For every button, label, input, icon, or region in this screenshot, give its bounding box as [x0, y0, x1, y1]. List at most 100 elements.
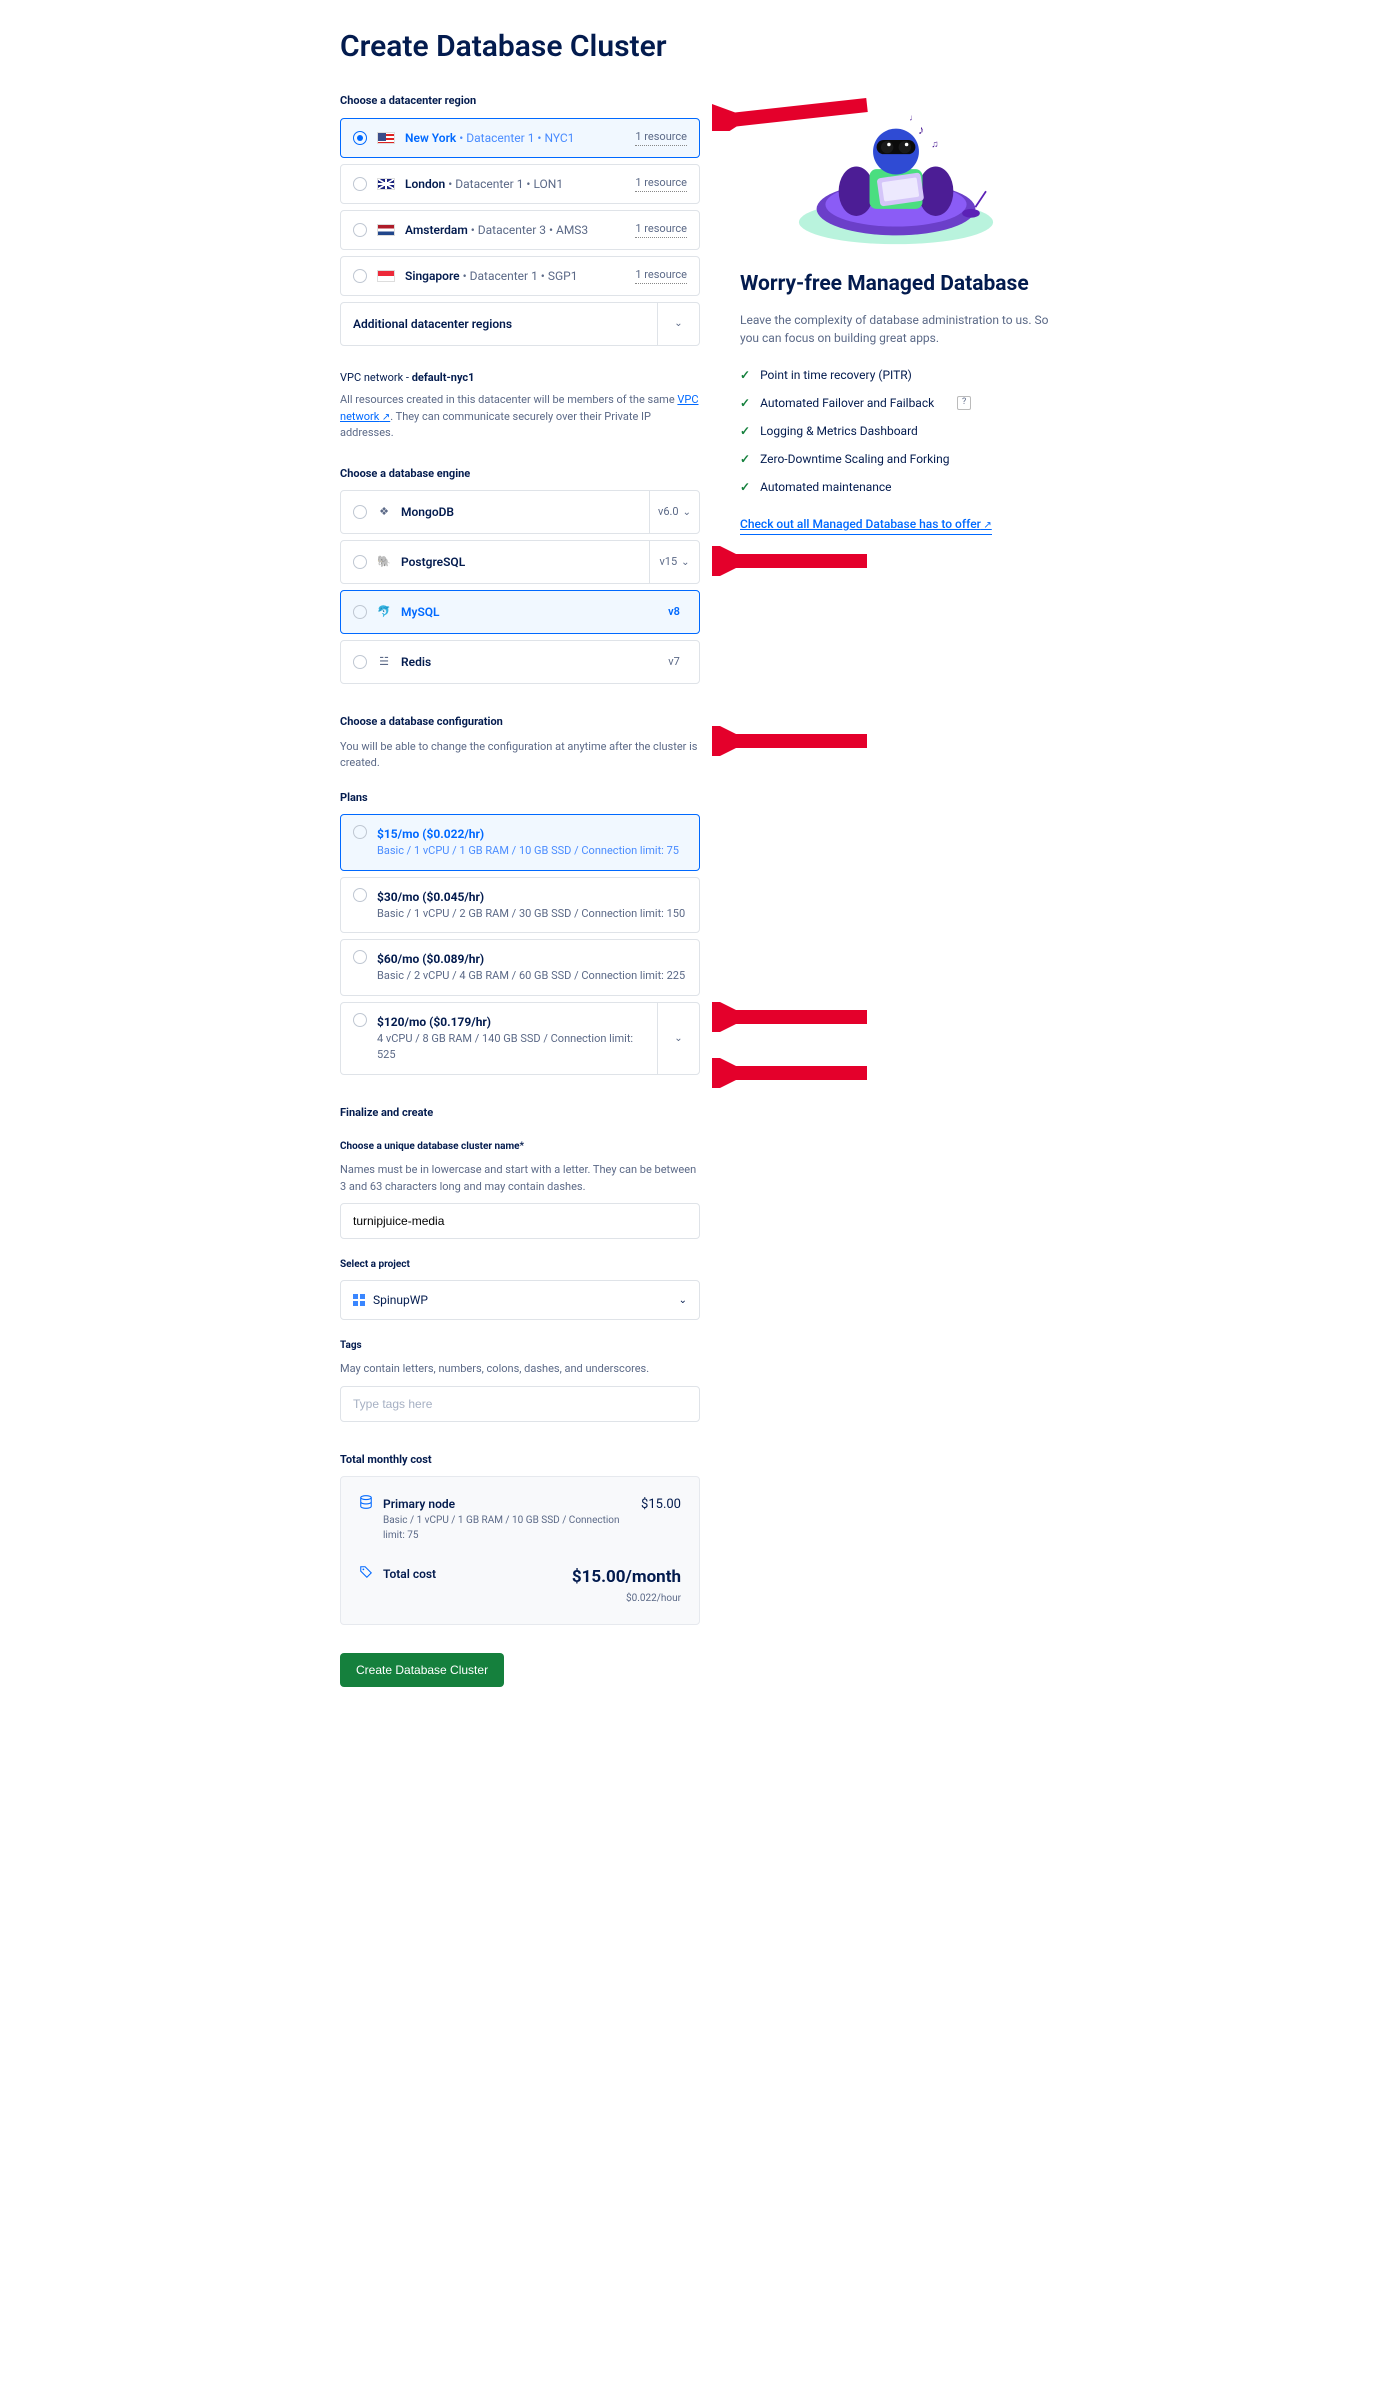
engine-version: v8	[649, 591, 699, 633]
radio-icon	[353, 655, 367, 669]
feature-item: ✓Automated maintenance	[740, 473, 1052, 501]
tag-icon	[359, 1565, 373, 1579]
plan-price: $60/mo ($0.089/hr)	[377, 950, 484, 968]
radio-icon	[353, 269, 367, 283]
primary-node-amount: $15.00	[641, 1495, 681, 1515]
postgresql-icon: 🐘	[377, 555, 391, 569]
feature-item: ✓Zero-Downtime Scaling and Forking	[740, 445, 1052, 473]
chevron-down-icon: ⌄	[681, 555, 689, 570]
feature-item: ✓Logging & Metrics Dashboard	[740, 417, 1052, 445]
promo-lead: Leave the complexity of database adminis…	[740, 311, 1052, 347]
plan-price: $120/mo ($0.179/hr)	[377, 1013, 491, 1031]
flag-sg-icon	[377, 270, 395, 282]
region-singapore[interactable]: Singapore • Datacenter 1 • SGP1 1 resour…	[340, 256, 700, 296]
engine-postgresql[interactable]: 🐘 PostgreSQL v15⌄	[340, 540, 700, 584]
cluster-name-input[interactable]	[340, 1203, 700, 1239]
check-icon: ✓	[740, 394, 750, 412]
flag-uk-icon	[377, 178, 395, 190]
project-select[interactable]: SpinupWP ⌄	[340, 1280, 700, 1320]
engine-version: v7	[649, 641, 699, 683]
create-cluster-button[interactable]: Create Database Cluster	[340, 1653, 504, 1687]
radio-icon	[353, 1013, 367, 1027]
database-icon	[359, 1495, 373, 1509]
engine-version-select[interactable]: v15⌄	[649, 541, 699, 583]
engine-mongodb[interactable]: ❖ MongoDB v6.0⌄	[340, 490, 700, 534]
plan-spec: Basic / 1 vCPU / 1 GB RAM / 10 GB SSD / …	[377, 843, 687, 860]
check-icon: ✓	[740, 450, 750, 468]
resource-badge[interactable]: 1 resource	[635, 221, 687, 239]
help-icon[interactable]: ?	[957, 396, 971, 410]
radio-icon	[353, 950, 367, 964]
redis-icon: ☱	[377, 655, 391, 669]
project-icon	[353, 1294, 365, 1306]
chevron-down-icon: ⌄	[683, 505, 691, 520]
cost-summary: Primary node Basic / 1 vCPU / 1 GB RAM /…	[340, 1476, 700, 1625]
radio-icon	[353, 131, 367, 145]
plan-spec: 4 vCPU / 8 GB RAM / 140 GB SSD / Connect…	[377, 1031, 645, 1064]
chevron-down-icon[interactable]: ⌄	[657, 1003, 699, 1074]
region-label: New York • Datacenter 1 • NYC1	[405, 129, 574, 147]
config-heading: Choose a database configuration	[340, 714, 700, 731]
radio-icon	[353, 888, 367, 902]
mysql-icon: 🐬	[377, 605, 391, 619]
finalize-heading: Finalize and create	[340, 1105, 700, 1122]
svg-text:♩: ♩	[909, 114, 918, 124]
svg-text:♪: ♪	[918, 124, 924, 138]
svg-text:♫: ♫	[931, 139, 938, 150]
additional-regions-dropdown[interactable]: Additional datacenter regions ⌄	[340, 302, 700, 346]
region-label: London • Datacenter 1 • LON1	[405, 175, 563, 193]
feature-item: ✓Point in time recovery (PITR)	[740, 361, 1052, 389]
total-cost-hour: $0.022/hour	[572, 1591, 681, 1606]
plan-120-dropdown[interactable]: $120/mo ($0.179/hr) 4 vCPU / 8 GB RAM / …	[340, 1002, 700, 1075]
region-newyork[interactable]: New York • Datacenter 1 • NYC1 1 resourc…	[340, 118, 700, 158]
cost-heading: Total monthly cost	[340, 1452, 700, 1469]
vpc-title: VPC network - default-nyc1	[340, 370, 700, 387]
radio-icon	[353, 505, 367, 519]
check-icon: ✓	[740, 366, 750, 384]
engine-version-select[interactable]: v6.0⌄	[649, 491, 699, 533]
additional-regions-label: Additional datacenter regions	[353, 315, 512, 333]
engine-heading: Choose a database engine	[340, 466, 700, 483]
project-name: SpinupWP	[373, 1291, 671, 1309]
primary-node-spec: Basic / 1 vCPU / 1 GB RAM / 10 GB SSD / …	[383, 1513, 631, 1543]
flag-us-icon	[377, 132, 395, 144]
tags-label: Tags	[340, 1338, 700, 1353]
region-london[interactable]: London • Datacenter 1 • LON1 1 resource	[340, 164, 700, 204]
mongodb-icon: ❖	[377, 505, 391, 519]
plan-15[interactable]: $15/mo ($0.022/hr) Basic / 1 vCPU / 1 GB…	[340, 814, 700, 871]
plan-60[interactable]: $60/mo ($0.089/hr) Basic / 2 vCPU / 4 GB…	[340, 939, 700, 996]
radio-icon	[353, 223, 367, 237]
plan-spec: Basic / 1 vCPU / 2 GB RAM / 30 GB SSD / …	[377, 906, 687, 923]
plan-30[interactable]: $30/mo ($0.045/hr) Basic / 1 vCPU / 2 GB…	[340, 877, 700, 934]
check-icon: ✓	[740, 478, 750, 496]
plans-heading: Plans	[340, 790, 700, 807]
resource-badge[interactable]: 1 resource	[635, 175, 687, 193]
radio-icon	[353, 825, 367, 839]
resource-badge[interactable]: 1 resource	[635, 267, 687, 285]
engine-mysql[interactable]: 🐬 MySQL v8	[340, 590, 700, 634]
engine-name: PostgreSQL	[401, 553, 465, 571]
flag-nl-icon	[377, 224, 395, 236]
tags-input[interactable]	[340, 1386, 700, 1422]
tags-help: May contain letters, numbers, colons, da…	[340, 1361, 700, 1378]
config-subtext: You will be able to change the configura…	[340, 739, 700, 772]
resource-badge[interactable]: 1 resource	[635, 129, 687, 147]
plan-spec: Basic / 2 vCPU / 4 GB RAM / 60 GB SSD / …	[377, 968, 687, 985]
plan-price: $15/mo ($0.022/hr)	[377, 825, 484, 843]
engine-redis[interactable]: ☱ Redis v7	[340, 640, 700, 684]
radio-icon	[353, 605, 367, 619]
check-icon: ✓	[740, 422, 750, 440]
total-cost-label: Total cost	[383, 1565, 562, 1583]
chevron-down-icon: ⌄	[679, 1293, 687, 1308]
page-title: Create Database Cluster	[340, 24, 1052, 69]
region-amsterdam[interactable]: Amsterdam • Datacenter 3 • AMS3 1 resour…	[340, 210, 700, 250]
plan-price: $30/mo ($0.045/hr)	[377, 888, 484, 906]
feature-item: ✓Automated Failover and Failback ?	[740, 389, 1052, 417]
hero-illustration: ♪ ♫ ♩	[740, 103, 1052, 253]
promo-link[interactable]: Check out all Managed Database has to of…	[740, 515, 992, 535]
total-cost-month: $15.00/month	[572, 1565, 681, 1591]
radio-icon	[353, 177, 367, 191]
primary-node-label: Primary node	[383, 1495, 631, 1513]
vpc-description: All resources created in this datacenter…	[340, 392, 700, 442]
chevron-down-icon[interactable]: ⌄	[657, 303, 699, 345]
